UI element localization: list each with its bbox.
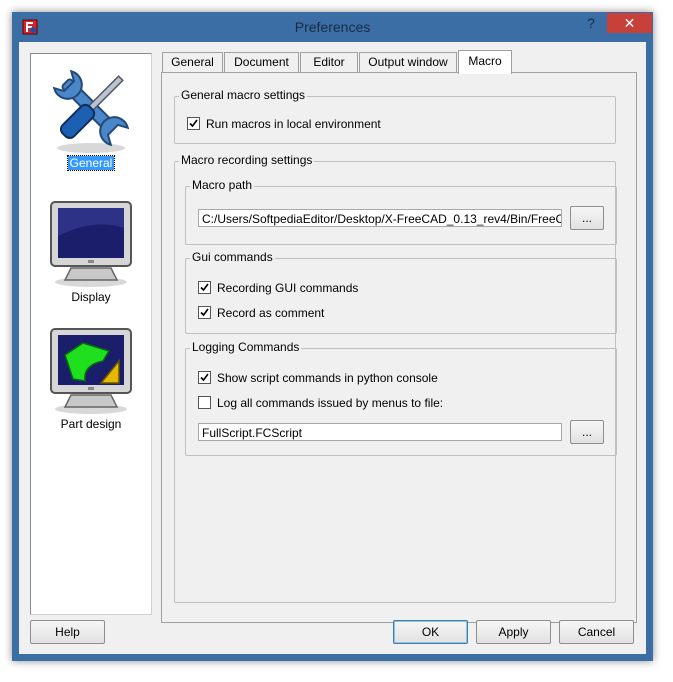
tab-editor[interactable]: Editor <box>300 52 358 73</box>
run-local-label: Run macros in local environment <box>206 117 381 131</box>
run-local-checkbox[interactable] <box>187 117 200 131</box>
category-display[interactable]: Display <box>31 198 151 304</box>
macro-recording-settings-group: Macro recording settings Macro path C:/U… <box>174 153 617 603</box>
title-bar[interactable]: Preferences ? ✕ <box>12 12 653 40</box>
recording-gui-label: Recording GUI commands <box>217 281 359 295</box>
help-icon[interactable]: ? <box>584 15 598 31</box>
log-file-input[interactable]: FullScript.FCScript <box>198 423 562 441</box>
python-console-label: Show script commands in python console <box>217 371 438 385</box>
monitor-icon <box>50 201 132 287</box>
macro-path-browse-button[interactable]: ... <box>570 206 604 230</box>
macro-path-group: Macro path C:/Users/SoftpediaEditor/Desk… <box>185 178 617 245</box>
category-label-display: Display <box>71 290 111 304</box>
logging-commands-title: Logging Commands <box>190 340 302 354</box>
recording-gui-checkbox[interactable] <box>198 281 211 295</box>
dialog-client: General Display Part design General Docu… <box>19 42 646 654</box>
general-macro-settings-title: General macro settings <box>179 88 308 102</box>
ok-button[interactable]: OK <box>393 620 468 644</box>
general-macro-settings-group: General macro settings Run macros in loc… <box>174 88 616 144</box>
python-console-checkbox[interactable] <box>198 371 211 385</box>
tab-document[interactable]: Document <box>224 52 299 73</box>
macro-recording-settings-title: Macro recording settings <box>179 153 315 167</box>
logging-commands-group: Logging Commands Show script commands in… <box>185 340 617 456</box>
category-label-part-design: Part design <box>60 417 122 431</box>
log-to-file-label: Log all commands issued by menus to file… <box>217 396 444 410</box>
macro-path-input[interactable]: C:/Users/SoftpediaEditor/Desktop/X-FreeC… <box>198 209 562 227</box>
log-to-file-checkbox[interactable] <box>198 396 211 410</box>
close-button[interactable]: ✕ <box>607 13 652 33</box>
window-title: Preferences <box>294 19 371 35</box>
macro-tab-pane: General macro settings Run macros in loc… <box>161 72 637 623</box>
preferences-window: Preferences ? ✕ General Display Part des… <box>12 12 653 661</box>
category-label-general: General <box>66 155 116 171</box>
part-design-monitor-icon <box>50 328 132 414</box>
recording-gui-checkbox-row[interactable]: Recording GUI commands <box>198 281 358 297</box>
record-as-comment-checkbox-row[interactable]: Record as comment <box>198 306 324 322</box>
tab-macro[interactable]: Macro <box>458 50 512 74</box>
record-as-comment-checkbox[interactable] <box>198 306 211 320</box>
help-button[interactable]: Help <box>30 620 105 644</box>
python-console-checkbox-row[interactable]: Show script commands in python console <box>198 371 438 387</box>
run-local-checkbox-row[interactable]: Run macros in local environment <box>187 117 381 133</box>
macro-path-title: Macro path <box>190 178 255 192</box>
gui-commands-group: Gui commands Recording GUI commands Reco… <box>185 250 617 334</box>
category-list[interactable]: General Display Part design <box>30 53 152 615</box>
gui-commands-title: Gui commands <box>190 250 275 264</box>
category-part-design[interactable]: Part design <box>31 325 151 431</box>
category-general[interactable]: General <box>31 62 151 171</box>
record-as-comment-label: Record as comment <box>217 306 325 320</box>
log-to-file-checkbox-row[interactable]: Log all commands issued by menus to file… <box>198 396 443 412</box>
log-file-browse-button[interactable]: ... <box>570 420 604 444</box>
cancel-button[interactable]: Cancel <box>559 620 634 644</box>
tab-general[interactable]: General <box>162 52 223 73</box>
apply-button[interactable]: Apply <box>476 620 551 644</box>
wrench-screwdriver-icon <box>52 69 130 153</box>
tab-output-window[interactable]: Output window <box>359 52 457 73</box>
